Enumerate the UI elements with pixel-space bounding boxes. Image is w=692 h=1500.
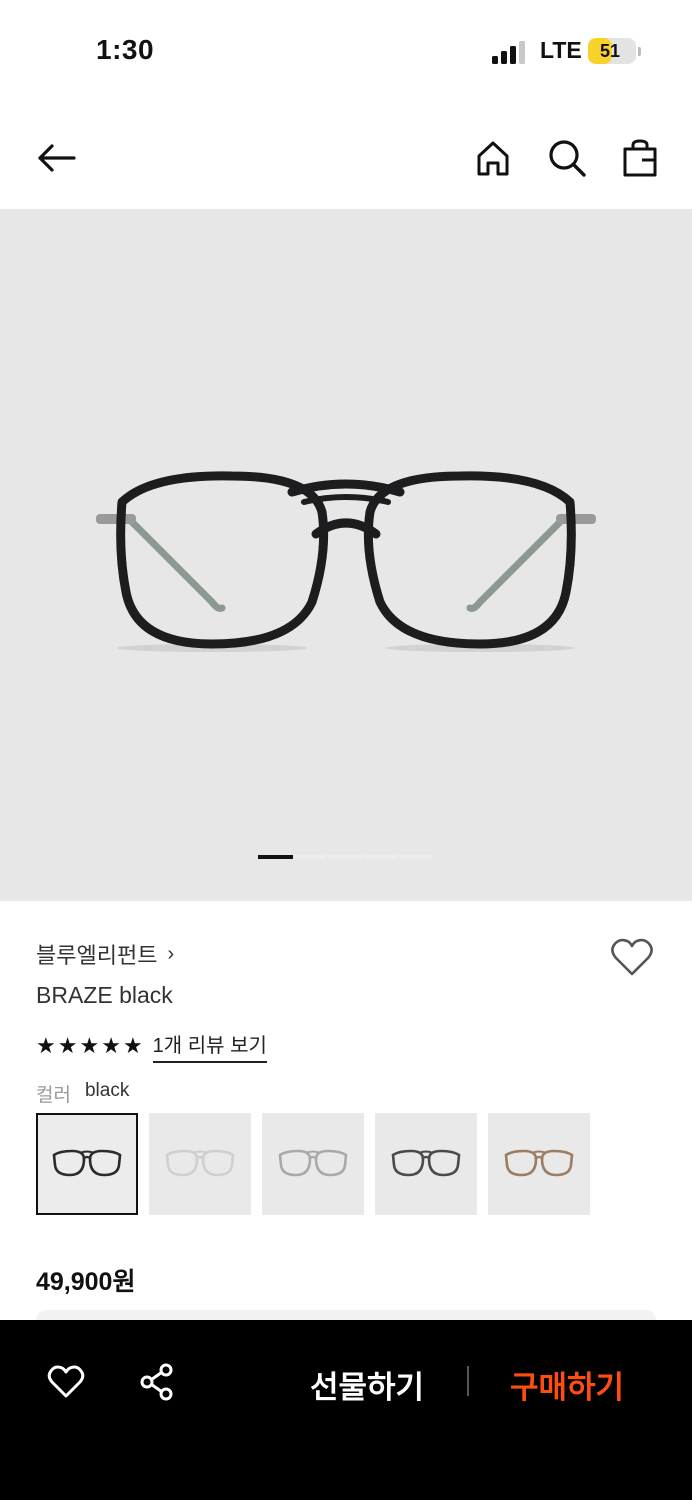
- brand-link[interactable]: 블루엘리펀트 ›: [36, 938, 174, 970]
- swatch-glasses-icon: [504, 1149, 574, 1177]
- star-icon: ★: [57, 1033, 78, 1058]
- battery-nub: [638, 47, 641, 56]
- carousel-indicator-active: [258, 855, 293, 859]
- buy-button[interactable]: 구매하기: [510, 1362, 624, 1407]
- chevron-right-icon: ›: [167, 942, 175, 965]
- brand-name: 블루엘리펀트: [36, 943, 158, 968]
- home-icon: [477, 141, 509, 176]
- bottom-wishlist-button[interactable]: [46, 1362, 86, 1402]
- product-name: BRAZE black: [36, 982, 173, 1008]
- review-link[interactable]: 1개 리뷰 보기: [152, 1029, 267, 1063]
- star-icon: ★: [79, 1033, 100, 1058]
- swatch-glasses-icon: [278, 1149, 348, 1177]
- product-price: 49,900원: [36, 1268, 136, 1296]
- top-nav: [0, 110, 692, 206]
- carousel-indicator-page: [398, 855, 432, 859]
- star-icon: ★: [101, 1033, 121, 1058]
- swatch-glasses-icon: [165, 1149, 235, 1177]
- shopping-bag-icon: [623, 139, 657, 177]
- carousel-indicator-page: [328, 855, 362, 859]
- color-swatch-brown[interactable]: [488, 1113, 590, 1215]
- color-selector-label: 컬러 black: [36, 1080, 129, 1107]
- back-arrow-icon: [38, 144, 76, 172]
- search-button[interactable]: [545, 136, 589, 180]
- gift-button[interactable]: 선물하기: [310, 1362, 424, 1407]
- carousel-indicator-page: [363, 855, 397, 859]
- rating-stars: ★ ★ ★ ★ ★: [36, 1034, 143, 1058]
- heart-icon: [611, 938, 653, 976]
- swatch-glasses-icon: [52, 1149, 122, 1177]
- star-icon: ★: [122, 1033, 143, 1058]
- color-swatch-black[interactable]: [36, 1113, 138, 1215]
- color-swatch-grey-crystal[interactable]: [262, 1113, 364, 1215]
- status-time: 1:30: [96, 34, 155, 65]
- network-type: LTE: [540, 37, 582, 63]
- star-icon: ★: [36, 1033, 56, 1058]
- product-glasses-image: [96, 471, 596, 652]
- home-button[interactable]: [471, 136, 515, 180]
- color-swatch-clear[interactable]: [149, 1113, 251, 1215]
- action-divider: [467, 1366, 469, 1396]
- rating-row: ★ ★ ★ ★ ★ 1개 리뷰 보기: [36, 1029, 267, 1063]
- signal-icon: [492, 41, 525, 64]
- color-swatch-dark-grey[interactable]: [375, 1113, 477, 1215]
- battery-percent: 51: [599, 41, 621, 61]
- share-button[interactable]: [137, 1362, 177, 1402]
- search-icon: [549, 140, 586, 177]
- color-label: 컬러: [36, 1085, 71, 1106]
- color-value: black: [84, 1080, 130, 1101]
- battery-indicator: 51: [588, 38, 641, 64]
- status-bar: 1:30 LTE 51: [0, 0, 692, 100]
- bottom-action-bar: 선물하기 구매하기: [0, 1320, 692, 1500]
- wishlist-button[interactable]: [608, 934, 656, 982]
- carousel-indicator-page: [293, 855, 327, 859]
- back-button[interactable]: [34, 136, 78, 180]
- carousel-indicator: [258, 855, 434, 859]
- cart-button[interactable]: [618, 136, 662, 180]
- share-icon: [140, 1363, 173, 1401]
- color-swatches: [36, 1113, 590, 1215]
- swatch-glasses-icon: [391, 1149, 461, 1177]
- heart-icon: [47, 1365, 85, 1398]
